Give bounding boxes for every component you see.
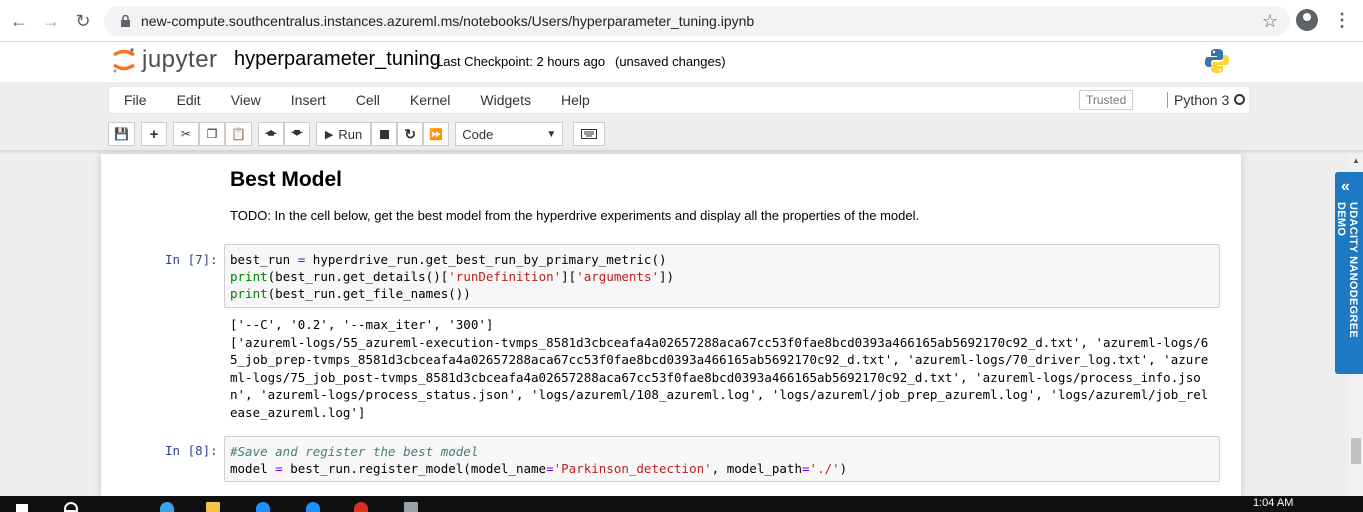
app-icon[interactable] <box>404 502 418 512</box>
os-taskbar: 1:04 AM <box>0 496 1363 512</box>
restart-icon[interactable]: ↻ <box>397 122 424 146</box>
search-icon[interactable] <box>64 502 78 512</box>
scroll-up-icon[interactable]: ▲ <box>1352 156 1360 165</box>
double-chevron-left-icon: « <box>1341 178 1350 195</box>
stop-icon[interactable] <box>371 122 398 146</box>
cut-icon[interactable]: ✂ <box>172 122 199 146</box>
menubar: File Edit View Insert Cell Kernel Widget… <box>108 86 1250 114</box>
trusted-indicator[interactable]: Trusted <box>1079 90 1134 110</box>
jupyter-wordmark: jupyter <box>142 46 218 73</box>
code-cell-7[interactable]: best_run = hyperdrive_run.get_best_run_b… <box>224 244 1220 308</box>
fast-forward-icon[interactable]: ⏩ <box>423 122 450 146</box>
cell-output: ['--C', '0.2', '--max_iter', '300'] ['az… <box>230 317 1209 420</box>
jupyter-logo[interactable]: jupyter <box>112 46 218 74</box>
windows-start-icon[interactable] <box>16 504 28 512</box>
browser-toolbar: ← → ↻ new-compute.southcentralus.instanc… <box>0 0 1363 42</box>
menu-view[interactable]: View <box>216 92 276 108</box>
unsaved-status: (unsaved changes) <box>615 54 726 69</box>
code-line: print(best_run.get_details()['runDefinit… <box>230 269 675 284</box>
lock-icon <box>121 14 130 27</box>
paste-icon[interactable]: 📋 <box>224 122 252 146</box>
browser-menu-icon[interactable]: ⋮ <box>1333 10 1351 31</box>
move-up-icon[interactable]: 🡁 <box>257 122 284 146</box>
chrome-icon[interactable] <box>354 502 368 512</box>
code-cell-8[interactable]: #Save and register the best model model … <box>224 436 1220 482</box>
cell-type-select[interactable]: Code ▼ <box>455 122 564 146</box>
scroll-thumb[interactable] <box>1351 438 1361 464</box>
notebook-toolbar: 💾 + ✂ ❐ 📋 🡁 🡃 ▶ Run ↻ ⏩ Code ▼ <box>108 120 606 148</box>
menu-file[interactable]: File <box>109 92 162 108</box>
notebook-container: Best Model TODO: In the cell below, get … <box>101 154 1241 499</box>
app-icon[interactable] <box>306 502 320 512</box>
account-icon[interactable] <box>1296 9 1318 31</box>
code-comment: #Save and register the best model <box>230 444 479 459</box>
code-line: best_run = hyperdrive_run.get_best_run_b… <box>230 252 667 267</box>
code-line: model = best_run.register_model(model_na… <box>230 461 848 476</box>
run-label: Run <box>338 126 363 142</box>
cell-type-value: Code <box>462 126 494 142</box>
ie-icon[interactable] <box>160 502 174 512</box>
notebook-name[interactable]: hyperparameter_tuning <box>234 48 441 71</box>
move-down-icon[interactable]: 🡃 <box>283 122 310 146</box>
jupyter-header: jupyter hyperparameter_tuning Last Check… <box>0 42 1363 82</box>
folder-icon[interactable] <box>206 502 220 512</box>
markdown-heading: Best Model <box>230 168 343 191</box>
menu-kernel[interactable]: Kernel <box>395 92 465 108</box>
code-line: print(best_run.get_file_names()) <box>230 286 471 301</box>
menu-cell[interactable]: Cell <box>341 92 395 108</box>
cell-prompt: In [7]: <box>165 252 218 267</box>
jupyter-logo-icon <box>112 48 136 73</box>
forward-arrow-icon[interactable]: → <box>38 8 64 34</box>
kernel-name: Python 3 <box>1167 92 1229 108</box>
reload-icon[interactable]: ↻ <box>70 8 96 34</box>
insert-cell-icon[interactable]: + <box>140 122 167 146</box>
checkpoint-status: Last Checkpoint: 2 hours ago <box>436 54 606 69</box>
keyboard-icon[interactable] <box>573 122 606 146</box>
menu-help[interactable]: Help <box>546 92 605 108</box>
kernel-idle-icon <box>1234 94 1245 105</box>
bookmark-star-icon[interactable]: ☆ <box>1262 11 1278 32</box>
play-icon: ▶ <box>324 128 334 141</box>
copy-icon[interactable]: ❐ <box>198 122 225 146</box>
markdown-todo: TODO: In the cell below, get the best mo… <box>230 208 920 223</box>
taskbar-clock: 1:04 AM <box>1253 497 1294 509</box>
run-button[interactable]: ▶ Run <box>315 122 372 146</box>
back-arrow-icon[interactable]: ← <box>6 8 32 34</box>
app-icon[interactable] <box>256 502 270 512</box>
cell-prompt: In [8]: <box>165 443 218 458</box>
menu-insert[interactable]: Insert <box>276 92 341 108</box>
python-logo-icon <box>1205 49 1229 73</box>
menu-widgets[interactable]: Widgets <box>465 92 546 108</box>
chevron-down-icon: ▼ <box>546 128 557 140</box>
url-text: new-compute.southcentralus.instances.azu… <box>141 13 755 29</box>
address-bar[interactable]: new-compute.southcentralus.instances.azu… <box>104 6 1290 36</box>
save-icon[interactable]: 💾 <box>108 122 135 146</box>
udacity-side-tab[interactable]: « UDACITY NANODEGREE DEMO <box>1335 172 1363 374</box>
menu-edit[interactable]: Edit <box>162 92 216 108</box>
side-tab-label: UDACITY NANODEGREE DEMO <box>1335 202 1359 338</box>
